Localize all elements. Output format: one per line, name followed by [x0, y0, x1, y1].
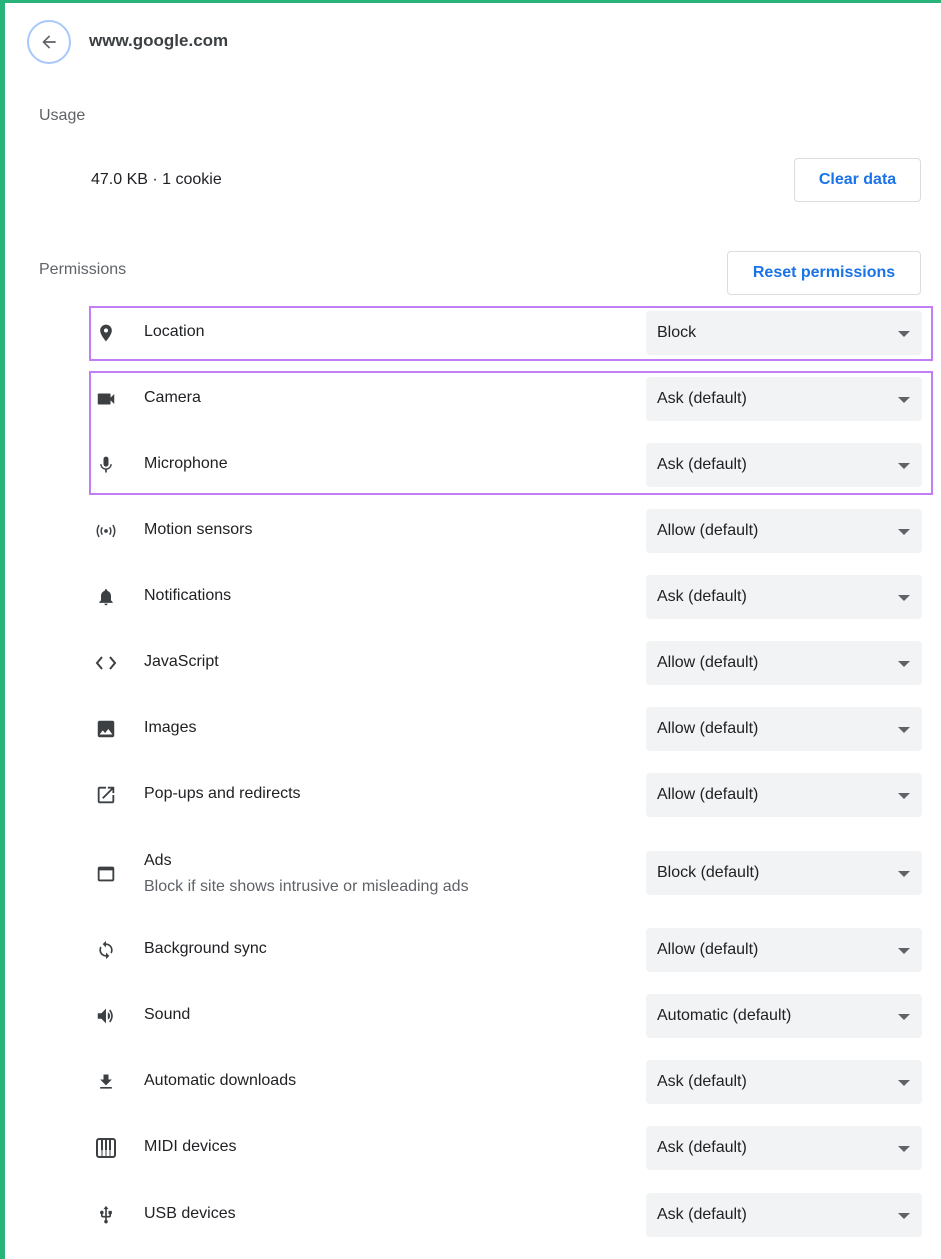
select-value: Allow (default)	[657, 941, 759, 958]
javascript-select[interactable]: Allow (default)	[646, 641, 922, 685]
dropdown-arrow-icon	[898, 331, 910, 337]
page-header: www.google.com	[5, 3, 941, 81]
permission-row-camera: Camera Ask (default)	[85, 374, 925, 424]
automatic-downloads-select[interactable]: Ask (default)	[646, 1060, 922, 1104]
clear-data-button[interactable]: Clear data	[794, 158, 921, 202]
speaker-icon	[94, 1004, 118, 1028]
permission-row-location: Location Block	[85, 308, 925, 358]
usb-icon	[94, 1203, 118, 1227]
permission-row-microphone: Microphone Ask (default)	[85, 440, 925, 490]
permission-label: Location	[144, 323, 205, 340]
bell-icon	[94, 585, 118, 609]
dropdown-arrow-icon	[898, 948, 910, 954]
permission-label: JavaScript	[144, 653, 219, 670]
back-button[interactable]	[27, 20, 71, 64]
motion-sensors-icon	[94, 519, 118, 543]
dropdown-arrow-icon	[898, 397, 910, 403]
permission-label: Ads	[144, 852, 172, 869]
select-value: Ask (default)	[657, 588, 747, 605]
permission-label: Motion sensors	[144, 521, 253, 538]
permission-label: Pop-ups and redirects	[144, 785, 301, 802]
permission-row-sound: Sound Automatic (default)	[85, 991, 925, 1041]
permission-label: MIDI devices	[144, 1138, 237, 1155]
permission-row-ads: Ads Block if site shows intrusive or mis…	[85, 847, 925, 907]
select-value: Ask (default)	[657, 456, 747, 473]
code-icon	[94, 651, 118, 675]
dropdown-arrow-icon	[898, 661, 910, 667]
permission-row-midi-devices: MIDI devices Ask (default)	[85, 1123, 925, 1173]
reset-permissions-button[interactable]: Reset permissions	[727, 251, 921, 295]
arrow-back-icon	[42, 35, 56, 49]
motion-sensors-select[interactable]: Allow (default)	[646, 509, 922, 553]
microphone-icon	[94, 453, 118, 477]
select-value: Block (default)	[657, 864, 760, 881]
open-in-new-icon	[94, 783, 118, 807]
select-value: Ask (default)	[657, 1206, 747, 1223]
image-icon	[94, 717, 118, 741]
dropdown-arrow-icon	[898, 595, 910, 601]
dropdown-arrow-icon	[898, 1213, 910, 1219]
select-value: Ask (default)	[657, 1073, 747, 1090]
select-value: Ask (default)	[657, 1139, 747, 1156]
camera-icon	[94, 387, 118, 411]
permission-label: Microphone	[144, 455, 228, 472]
permission-label: Automatic downloads	[144, 1072, 297, 1089]
permission-sublabel: Block if site shows intrusive or mislead…	[144, 878, 469, 895]
images-select[interactable]: Allow (default)	[646, 707, 922, 751]
select-value: Block	[657, 324, 697, 341]
dropdown-arrow-icon	[898, 871, 910, 877]
permission-row-popups: Pop-ups and redirects Allow (default)	[85, 770, 925, 820]
permission-row-notifications: Notifications Ask (default)	[85, 572, 925, 622]
notifications-select[interactable]: Ask (default)	[646, 575, 922, 619]
background-sync-select[interactable]: Allow (default)	[646, 928, 922, 972]
download-icon	[94, 1070, 118, 1094]
permission-label: Camera	[144, 389, 201, 406]
location-pin-icon	[94, 321, 118, 345]
select-value: Allow (default)	[657, 786, 759, 803]
dropdown-arrow-icon	[898, 793, 910, 799]
permission-label: Background sync	[144, 940, 267, 957]
select-value: Allow (default)	[657, 522, 759, 539]
ads-select[interactable]: Block (default)	[646, 851, 922, 895]
site-title: www.google.com	[89, 31, 229, 50]
permission-row-background-sync: Background sync Allow (default)	[85, 925, 925, 975]
select-value: Ask (default)	[657, 390, 747, 407]
microphone-select[interactable]: Ask (default)	[646, 443, 922, 487]
dropdown-arrow-icon	[898, 529, 910, 535]
permissions-heading: Permissions	[39, 261, 127, 278]
permission-row-automatic-downloads: Automatic downloads Ask (default)	[85, 1057, 925, 1107]
usage-summary: 47.0 KB · 1 cookie	[91, 171, 222, 188]
permission-label: Notifications	[144, 587, 232, 604]
permission-label: USB devices	[144, 1205, 236, 1222]
select-value: Allow (default)	[657, 654, 759, 671]
permission-row-javascript: JavaScript Allow (default)	[85, 638, 925, 688]
web-window-icon	[94, 862, 118, 886]
popups-select[interactable]: Allow (default)	[646, 773, 922, 817]
permission-row-usb-devices: USB devices Ask (default)	[85, 1190, 925, 1240]
permission-label: Sound	[144, 1006, 191, 1023]
camera-select[interactable]: Ask (default)	[646, 377, 922, 421]
midi-devices-select[interactable]: Ask (default)	[646, 1126, 922, 1170]
dropdown-arrow-icon	[898, 1146, 910, 1152]
permission-row-motion-sensors: Motion sensors Allow (default)	[85, 506, 925, 556]
location-select[interactable]: Block	[646, 311, 922, 355]
usb-devices-select[interactable]: Ask (default)	[646, 1193, 922, 1237]
permission-label: Images	[144, 719, 197, 736]
usage-heading: Usage	[39, 107, 86, 124]
dropdown-arrow-icon	[898, 1014, 910, 1020]
select-value: Allow (default)	[657, 720, 759, 737]
piano-keys-icon	[94, 1136, 118, 1160]
sync-icon	[94, 938, 118, 962]
frame-left-border	[0, 0, 5, 1259]
permission-row-images: Images Allow (default)	[85, 704, 925, 754]
select-value: Automatic (default)	[657, 1007, 792, 1024]
sound-select[interactable]: Automatic (default)	[646, 994, 922, 1038]
dropdown-arrow-icon	[898, 727, 910, 733]
dropdown-arrow-icon	[898, 1080, 910, 1086]
dropdown-arrow-icon	[898, 463, 910, 469]
